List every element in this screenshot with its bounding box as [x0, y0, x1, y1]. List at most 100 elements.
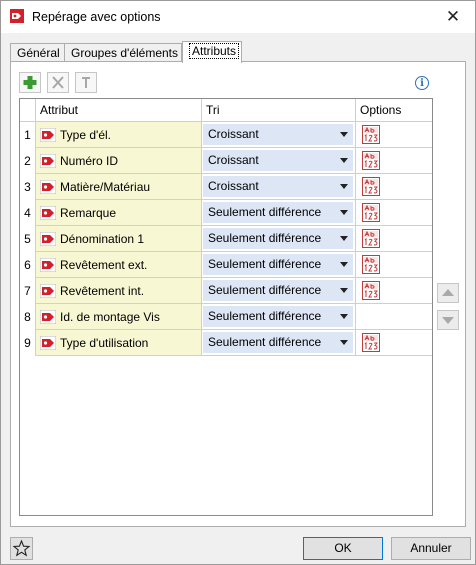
header-attribut[interactable]: Attribut [36, 99, 202, 121]
row-number: 3 [20, 174, 36, 200]
sort-value: Croissant [208, 127, 259, 141]
sort-dropdown[interactable]: Seulement différence [203, 306, 353, 327]
attribute-cell[interactable]: Id. de montage Vis [36, 304, 202, 330]
table-row[interactable]: 7 Revêtement int. Seulement différence [20, 278, 432, 304]
row-number: 4 [20, 200, 36, 226]
attribute-cell[interactable]: Revêtement ext. [36, 252, 202, 278]
table-row[interactable]: 1 Type d'él. Croissant [20, 122, 432, 148]
sort-dropdown[interactable]: Croissant [203, 150, 353, 171]
options-cell[interactable] [356, 304, 432, 330]
text-format-icon [362, 281, 380, 300]
up-pin-icon [82, 77, 90, 88]
add-button[interactable] [19, 72, 41, 93]
dropdown-arrow-icon [340, 340, 348, 345]
sort-value: Croissant [208, 153, 259, 167]
table-row[interactable]: 9 Type d'utilisation Seulement différence [20, 330, 432, 356]
attribute-icon [40, 284, 56, 298]
options-cell[interactable] [356, 330, 432, 356]
app-icon [10, 9, 24, 23]
sort-dropdown[interactable]: Seulement différence [203, 254, 353, 275]
dropdown-arrow-icon [340, 262, 348, 267]
row-number: 5 [20, 226, 36, 252]
sort-dropdown[interactable]: Seulement différence [203, 332, 353, 353]
attribute-icon [40, 336, 56, 350]
table-row[interactable]: 5 Dénomination 1 Seulement différence [20, 226, 432, 252]
favorites-button[interactable] [10, 537, 33, 560]
arrow-down-icon [442, 317, 454, 324]
ok-button[interactable]: OK [303, 537, 383, 560]
sort-dropdown[interactable]: Croissant [203, 124, 353, 145]
options-cell[interactable] [356, 226, 432, 252]
attribute-icon [40, 154, 56, 168]
sort-value: Seulement différence [208, 257, 322, 271]
attribute-cell[interactable]: Numéro ID [36, 148, 202, 174]
title-bar: Repérage avec options ✕ [1, 1, 475, 33]
rownum-header [20, 99, 36, 121]
row-number: 1 [20, 122, 36, 148]
attribute-cell[interactable]: Remarque [36, 200, 202, 226]
text-format-icon [362, 177, 380, 196]
header-options[interactable]: Options [356, 99, 432, 121]
options-cell[interactable] [356, 200, 432, 226]
close-button[interactable]: ✕ [431, 1, 475, 33]
table-row[interactable]: 3 Matière/Matériau Croissant [20, 174, 432, 200]
text-format-icon [362, 125, 380, 144]
tab-attributs[interactable]: Attributs [182, 41, 242, 63]
table-row[interactable]: 6 Revêtement ext. Seulement différence [20, 252, 432, 278]
attribute-label: Type d'él. [60, 128, 111, 142]
sort-cell: Croissant [202, 122, 356, 148]
sort-dropdown[interactable]: Seulement différence [203, 202, 353, 223]
sort-value: Seulement différence [208, 335, 322, 349]
grid-header: Attribut Tri Options [20, 99, 432, 122]
tab-label: Groupes d'éléments [71, 46, 179, 60]
tab-general[interactable]: Général [10, 43, 65, 62]
dropdown-arrow-icon [340, 132, 348, 137]
move-up-button[interactable] [437, 283, 459, 303]
window-title: Repérage avec options [32, 10, 161, 24]
row-number: 6 [20, 252, 36, 278]
text-format-icon [362, 203, 380, 222]
sort-dropdown[interactable]: Seulement différence [203, 280, 353, 301]
sort-dropdown[interactable]: Seulement différence [203, 228, 353, 249]
delete-button[interactable] [47, 72, 69, 93]
arrow-up-icon [442, 289, 454, 296]
attribute-cell[interactable]: Dénomination 1 [36, 226, 202, 252]
table-row[interactable]: 8 Id. de montage Vis Seulement différence [20, 304, 432, 330]
attribute-cell[interactable]: Type d'él. [36, 122, 202, 148]
options-cell[interactable] [356, 174, 432, 200]
tab-groupes[interactable]: Groupes d'éléments [64, 43, 182, 62]
attributes-grid: Attribut Tri Options 1 Type d'él. Croissan… [19, 98, 433, 516]
attribute-label: Matière/Matériau [60, 180, 151, 194]
sort-cell: Seulement différence [202, 226, 356, 252]
table-row[interactable]: 2 Numéro ID Croissant [20, 148, 432, 174]
sort-cell: Seulement différence [202, 278, 356, 304]
row-number: 7 [20, 278, 36, 304]
tab-label: Attributs [189, 43, 240, 59]
options-cell[interactable] [356, 278, 432, 304]
move-down-button[interactable] [437, 310, 459, 330]
text-format-icon [362, 229, 380, 248]
options-cell[interactable] [356, 122, 432, 148]
attribute-cell[interactable]: Type d'utilisation [36, 330, 202, 356]
attribute-icon [40, 310, 56, 324]
plus-icon [23, 76, 37, 89]
cancel-button[interactable]: Annuler [391, 537, 471, 560]
table-row[interactable]: 4 Remarque Seulement différence [20, 200, 432, 226]
attribute-label: Revêtement int. [60, 284, 145, 298]
header-tri[interactable]: Tri [202, 99, 356, 121]
options-cell[interactable] [356, 252, 432, 278]
attribute-label: Remarque [60, 206, 117, 220]
dropdown-arrow-icon [340, 158, 348, 163]
sort-dropdown[interactable]: Croissant [203, 176, 353, 197]
attribute-cell[interactable]: Matière/Matériau [36, 174, 202, 200]
reset-button[interactable] [75, 72, 97, 93]
dropdown-arrow-icon [340, 236, 348, 241]
info-icon[interactable]: i [415, 76, 429, 90]
attribute-cell[interactable]: Revêtement int. [36, 278, 202, 304]
sort-value: Croissant [208, 179, 259, 193]
options-cell[interactable] [356, 148, 432, 174]
sort-cell: Seulement différence [202, 330, 356, 356]
dialog-window: Repérage avec options ✕ Général Groupes … [0, 0, 476, 565]
attribute-icon [40, 128, 56, 142]
sort-value: Seulement différence [208, 231, 322, 245]
